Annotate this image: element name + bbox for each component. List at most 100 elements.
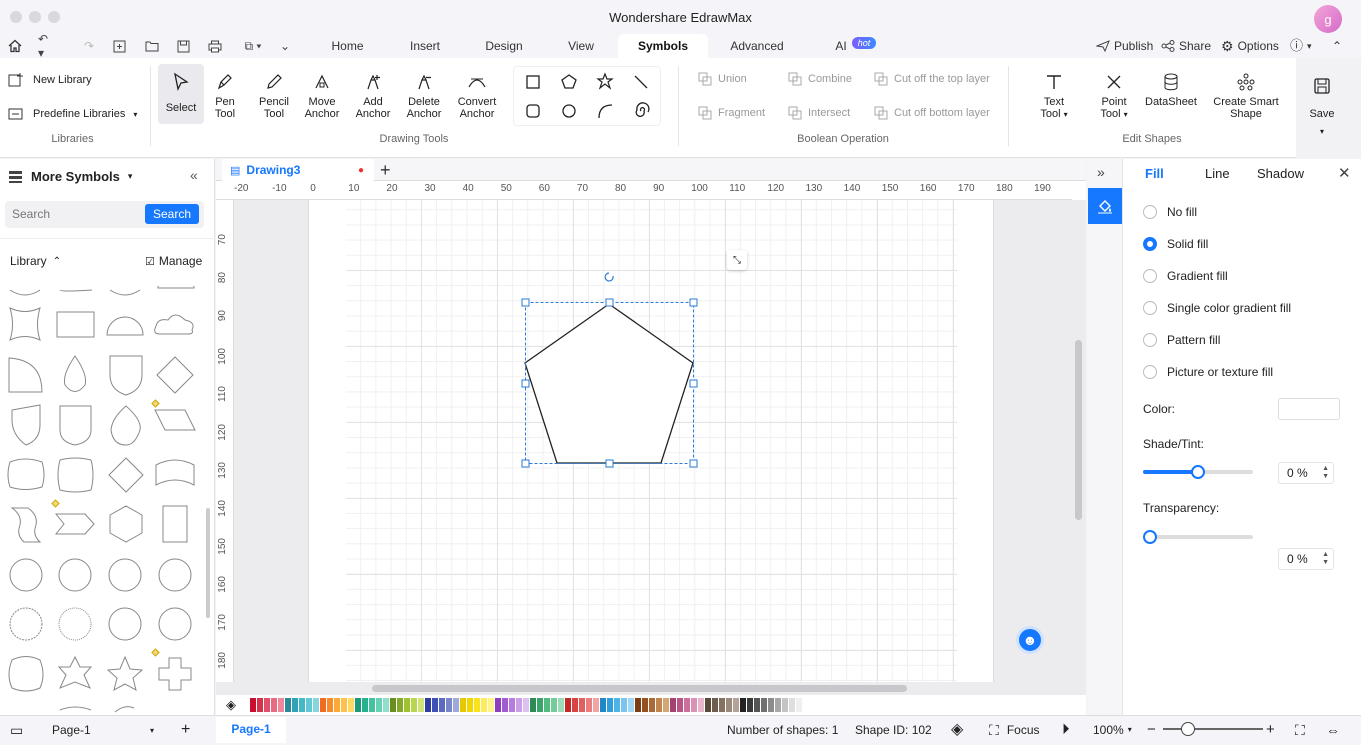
tab-view[interactable]: View: [557, 34, 605, 58]
select-tool-button[interactable]: Select: [158, 64, 204, 124]
color-swatch[interactable]: [551, 698, 557, 712]
symbol-item[interactable]: [156, 356, 194, 394]
color-swatch[interactable]: [313, 698, 319, 712]
combine-button[interactable]: Combine: [788, 72, 852, 86]
radio-button[interactable]: [1143, 301, 1157, 315]
shade-slider-thumb[interactable]: [1191, 465, 1205, 479]
color-swatch[interactable]: [439, 698, 445, 712]
spiral-shape-icon[interactable]: [635, 102, 650, 117]
color-swatch[interactable]: [754, 698, 760, 712]
user-avatar[interactable]: g: [1314, 5, 1342, 33]
color-swatch[interactable]: [467, 698, 473, 712]
collapse-panel-icon[interactable]: «: [190, 167, 198, 183]
fill-tool-icon[interactable]: [1088, 188, 1122, 224]
color-swatch[interactable]: [362, 698, 368, 712]
color-swatch[interactable]: [782, 698, 788, 712]
color-swatch[interactable]: [299, 698, 305, 712]
symbol-item[interactable]: [157, 286, 195, 289]
cut-top-layer-button[interactable]: Cut off the top layer: [874, 72, 990, 86]
zoom-in-icon[interactable]: +: [1266, 715, 1275, 745]
color-swatch[interactable]: [558, 698, 564, 712]
tab-line[interactable]: Line: [1205, 166, 1230, 181]
cut-bottom-layer-button[interactable]: Cut off bottom layer: [874, 106, 990, 120]
color-swatch[interactable]: [397, 698, 403, 712]
color-swatch[interactable]: [355, 698, 361, 712]
color-swatch[interactable]: [593, 698, 599, 712]
symbol-item[interactable]: [106, 316, 144, 336]
stepper-arrows-icon[interactable]: ▲ ▼: [1322, 551, 1329, 567]
color-swatch[interactable]: [635, 698, 641, 712]
symbol-item[interactable]: [7, 458, 45, 490]
option-solid-fill[interactable]: Solid fill: [1143, 237, 1208, 251]
color-swatch[interactable]: [705, 698, 711, 712]
pentagon-shape-icon[interactable]: [561, 74, 577, 89]
option-no-fill[interactable]: No fill: [1143, 205, 1197, 219]
color-swatch[interactable]: [418, 698, 424, 712]
new-library-button[interactable]: New Library: [8, 72, 92, 88]
symbol-item[interactable]: [59, 706, 92, 711]
search-input[interactable]: [12, 204, 140, 224]
resize-handle[interactable]: [605, 459, 614, 468]
symbol-item[interactable]: [158, 607, 192, 641]
color-swatch[interactable]: [474, 698, 480, 712]
delete-anchor-button[interactable]: Delete Anchor: [402, 68, 446, 120]
page-layout-icon[interactable]: ▭: [10, 715, 23, 745]
color-swatch[interactable]: [649, 698, 655, 712]
resize-handle[interactable]: [689, 379, 698, 388]
fill-bucket-icon[interactable]: ◈: [226, 697, 236, 713]
color-swatch[interactable]: [432, 698, 438, 712]
tab-home[interactable]: Home: [320, 34, 375, 58]
symbol-item[interactable]: [59, 289, 93, 292]
color-swatch[interactable]: [607, 698, 613, 712]
symbol-item[interactable]: [64, 355, 86, 392]
color-swatch[interactable]: [446, 698, 452, 712]
radio-button[interactable]: [1143, 365, 1157, 379]
color-swatch[interactable]: [768, 698, 774, 712]
symbol-item[interactable]: [56, 311, 95, 338]
convert-anchor-button[interactable]: Convert Anchor: [453, 68, 501, 120]
color-swatch[interactable]: [684, 698, 690, 712]
symbol-item[interactable]: [108, 607, 142, 641]
arc-shape-icon[interactable]: [598, 104, 613, 119]
home-icon[interactable]: [6, 37, 24, 55]
collapse-ribbon-icon[interactable]: ⌃: [1332, 34, 1342, 58]
color-swatch[interactable]: [530, 698, 536, 712]
color-swatch[interactable]: [306, 698, 312, 712]
symbol-item[interactable]: [8, 656, 44, 692]
symbol-item[interactable]: [58, 558, 92, 592]
transparency-slider[interactable]: [1143, 530, 1253, 544]
transparency-slider-thumb[interactable]: [1143, 530, 1157, 544]
selected-pentagon[interactable]: [500, 262, 730, 482]
color-swatch[interactable]: [376, 698, 382, 712]
symbol-item[interactable]: [106, 655, 144, 691]
symbol-item[interactable]: [114, 706, 135, 713]
color-swatch[interactable]: [523, 698, 529, 712]
tab-ai[interactable]: AI: [830, 34, 852, 58]
symbol-item[interactable]: [109, 289, 141, 296]
color-swatch[interactable]: [691, 698, 697, 712]
layers-icon[interactable]: ◈: [951, 715, 963, 745]
color-swatch[interactable]: [544, 698, 550, 712]
redo-icon[interactable]: ↷: [80, 37, 98, 55]
color-swatch[interactable]: [334, 698, 340, 712]
play-icon[interactable]: ⏵: [1062, 715, 1070, 745]
color-swatch[interactable]: [271, 698, 277, 712]
color-swatch[interactable]: [404, 698, 410, 712]
color-swatch[interactable]: [453, 698, 459, 712]
page-tab-1[interactable]: Page-1: [216, 717, 286, 743]
vertical-scrollbar[interactable]: [1075, 340, 1082, 520]
color-swatch[interactable]: [460, 698, 466, 712]
symbol-item[interactable]: [158, 558, 192, 592]
option-single-color-gradient-fill[interactable]: Single color gradient fill: [1143, 301, 1291, 315]
page-select[interactable]: Page-1 ▾: [40, 720, 160, 740]
fit-page-icon[interactable]: ⛶: [1295, 715, 1305, 745]
create-smart-shape-button[interactable]: Create Smart Shape: [1208, 68, 1284, 120]
zoom-slider[interactable]: [1163, 728, 1263, 730]
intersect-button[interactable]: Intersect: [788, 106, 850, 120]
symbol-item[interactable]: [158, 657, 192, 691]
color-swatch[interactable]: [285, 698, 291, 712]
color-swatch[interactable]: [565, 698, 571, 712]
symbol-item[interactable]: [109, 355, 143, 396]
symbol-item[interactable]: [162, 505, 188, 543]
tab-shadow[interactable]: Shadow: [1257, 166, 1304, 181]
